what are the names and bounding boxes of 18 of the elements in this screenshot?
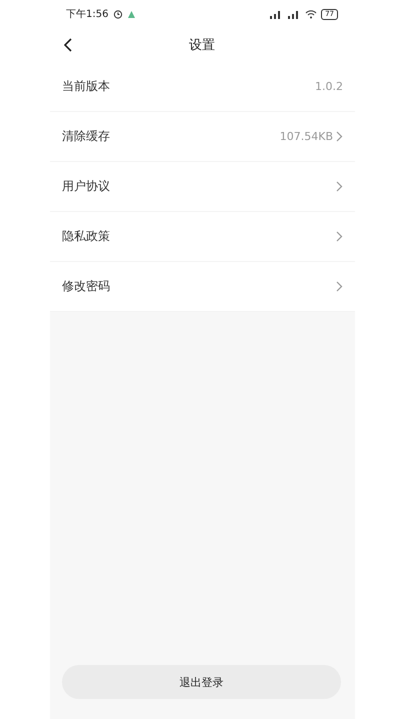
settings-row[interactable]: 当前版本 1.0.2 xyxy=(50,62,355,112)
settings-row[interactable]: 清除缓存 107.54KB xyxy=(50,112,355,162)
back-icon[interactable] xyxy=(64,38,72,52)
row-value: 1.0.2 xyxy=(315,80,343,93)
settings-row[interactable]: 用户协议 xyxy=(50,162,355,212)
wifi-icon xyxy=(305,10,318,18)
settings-row[interactable]: 隐私政策 xyxy=(50,212,355,262)
settings-row[interactable]: 修改密码 xyxy=(50,262,355,312)
alarm-icon xyxy=(113,9,124,19)
logout-button[interactable]: 退出登录 xyxy=(62,665,341,699)
row-label: 清除缓存 xyxy=(62,128,110,145)
page-title: 设置 xyxy=(189,37,215,54)
row-value: 107.54KB xyxy=(280,130,333,143)
status-time: 下午1:56 xyxy=(66,8,108,21)
row-label: 修改密码 xyxy=(62,278,110,295)
row-label: 用户协议 xyxy=(62,178,110,195)
row-label: 隐私政策 xyxy=(62,228,110,245)
row-label: 当前版本 xyxy=(62,78,110,95)
